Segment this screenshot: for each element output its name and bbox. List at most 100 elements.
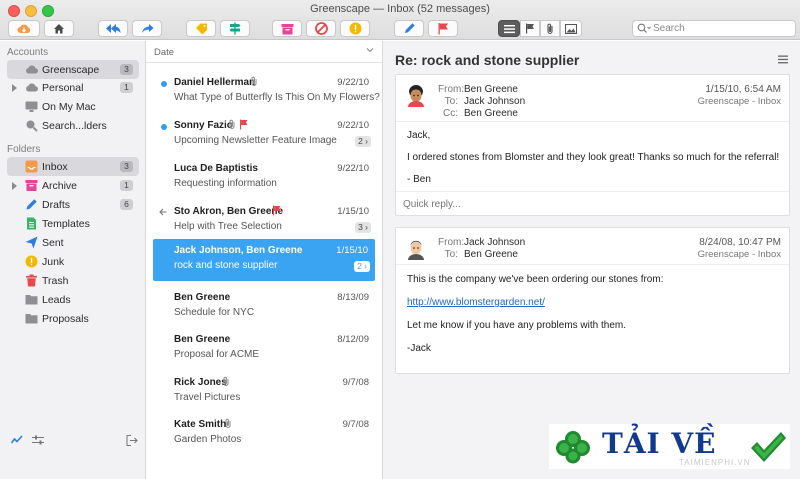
message-body-line: This is the company we've been ordering …: [407, 274, 664, 285]
paperclip-icon: [223, 376, 229, 386]
folder-label: Junk: [42, 256, 65, 268]
to-value[interactable]: Ben Greene: [464, 249, 518, 260]
search-icon: [637, 23, 651, 33]
message-row[interactable]: Daniel Hellerman 9/22/10 What Type of Bu…: [146, 71, 382, 113]
to-value[interactable]: Jack Johnson: [464, 96, 525, 107]
list-filter-button[interactable]: [498, 20, 520, 37]
message-subject: Upcoming Newsletter Feature Image: [174, 135, 337, 146]
message-row[interactable]: Ben Greene 8/12/09 Proposal for ACME: [146, 328, 382, 370]
quick-reply-input[interactable]: [403, 199, 773, 210]
account-search-folders[interactable]: Search...lders: [7, 116, 139, 135]
message-row[interactable]: Kate Smith 9/7/08 Garden Photos: [146, 413, 382, 455]
account-greenscape[interactable]: Greenscape 3: [7, 60, 139, 79]
block-icon: [314, 22, 328, 35]
folder-proposals[interactable]: Proposals: [7, 309, 139, 328]
folders-section-title: Folders: [7, 144, 41, 155]
attachment-filter-button[interactable]: [540, 20, 560, 37]
account-label: Greenscape: [42, 64, 100, 76]
sliders-icon[interactable]: [32, 435, 44, 445]
message-row[interactable]: Rick Jones 9/7/08 Travel Pictures: [146, 371, 382, 413]
thread-count-badge[interactable]: 2 ›: [355, 136, 371, 147]
unread-dot: [161, 124, 167, 130]
folder-sent[interactable]: Sent: [7, 233, 139, 252]
disclosure-arrow-icon[interactable]: [12, 182, 17, 190]
folder-drafts[interactable]: Drafts 6: [7, 195, 139, 214]
quick-reply-divider: [396, 191, 789, 192]
message-subject: Help with Tree Selection: [174, 221, 282, 232]
flag-button[interactable]: [428, 20, 458, 37]
sign-out-icon[interactable]: [126, 435, 138, 446]
from-value[interactable]: Ben Greene: [464, 84, 518, 95]
avatar[interactable]: [404, 236, 428, 260]
move-button[interactable]: [220, 20, 250, 37]
folder-leads[interactable]: Leads: [7, 290, 139, 309]
message-link[interactable]: http://www.blomstergarden.net/: [407, 297, 545, 308]
search-input[interactable]: [653, 22, 793, 35]
from-label: From:: [438, 84, 465, 95]
disclosure-arrow-icon[interactable]: [12, 84, 17, 92]
message-row[interactable]: Ben Greene 8/13/09 Schedule for NYC: [146, 286, 382, 328]
image-icon: [565, 23, 577, 34]
message-row[interactable]: Luca De Baptistis 9/22/10 Requesting inf…: [146, 157, 382, 199]
message-row-selected[interactable]: Jack Johnson, Ben Greene 1/15/10 rock an…: [153, 239, 375, 281]
folder-junk[interactable]: Junk: [7, 252, 139, 271]
hamburger-menu-icon[interactable]: [778, 55, 788, 64]
cloud-icon: [26, 83, 38, 92]
folder-label: Trash: [42, 275, 69, 287]
flag-filter-button[interactable]: [520, 20, 540, 37]
chevron-down-icon[interactable]: [366, 47, 374, 53]
thread-count-badge[interactable]: 2 ›: [354, 261, 370, 272]
account-personal[interactable]: Personal 1: [7, 78, 139, 97]
warning-icon: [25, 255, 38, 268]
image-filter-button[interactable]: [560, 20, 582, 37]
account-label: Search...lders: [42, 120, 107, 132]
message-row[interactable]: Sonny Fazio 9/22/10 Upcoming Newsletter …: [146, 114, 382, 156]
tag-button[interactable]: [186, 20, 216, 37]
get-mail-button[interactable]: [8, 20, 40, 37]
account-on-my-mac[interactable]: On My Mac: [7, 97, 139, 116]
message-sender: Sto Akron, Ben Greene: [174, 206, 284, 217]
unread-count-badge: 1: [120, 180, 133, 191]
search-field[interactable]: [632, 20, 796, 37]
folder-label: Sent: [42, 237, 64, 249]
message-date: 8/24/08, 10:47 PM: [699, 237, 781, 248]
checkmark-icon: [751, 432, 786, 462]
message-body-line: - Ben: [407, 174, 431, 185]
folder-templates[interactable]: Templates: [7, 214, 139, 233]
folder-label: Inbox: [42, 161, 68, 173]
folder-archive[interactable]: Archive 1: [7, 176, 139, 195]
activity-icon[interactable]: [11, 435, 23, 445]
message-sender: Jack Johnson, Ben Greene: [174, 245, 303, 256]
warning-icon: [349, 22, 361, 35]
signpost-icon: [229, 22, 241, 35]
to-label: To:: [444, 249, 458, 260]
reply-all-button[interactable]: [98, 20, 128, 37]
paper-plane-icon: [25, 236, 38, 249]
warning-button[interactable]: [340, 20, 370, 37]
junk-button[interactable]: [306, 20, 336, 37]
flag-icon: [438, 23, 448, 35]
window-title: Greenscape — Inbox (52 messages): [310, 3, 490, 15]
cc-value[interactable]: Ben Greene: [464, 108, 518, 119]
home-button[interactable]: [44, 20, 74, 37]
avatar[interactable]: [404, 83, 428, 107]
thread-count-badge[interactable]: 3 ›: [355, 222, 371, 233]
unread-dot: [161, 81, 167, 87]
message-subject: Garden Photos: [174, 434, 242, 445]
compose-button[interactable]: [394, 20, 424, 37]
message-row[interactable]: Sto Akron, Ben Greene 1/15/10 Help with …: [146, 200, 382, 242]
folder-trash[interactable]: Trash: [7, 271, 139, 290]
forward-button[interactable]: [132, 20, 162, 37]
message-date: 1/15/10: [336, 245, 368, 256]
archive-button[interactable]: [272, 20, 302, 37]
folder-inbox[interactable]: Inbox 3: [7, 157, 139, 176]
from-value[interactable]: Jack Johnson: [464, 237, 525, 248]
message-date: 8/12/09: [337, 334, 369, 345]
clover-logo-icon: [556, 431, 590, 464]
message-list: Date Daniel Hellerman 9/22/10 What Type …: [146, 41, 383, 479]
pencil-icon: [26, 199, 37, 210]
folder-label: Archive: [42, 180, 78, 192]
sort-bar[interactable]: Date: [146, 41, 382, 63]
magnifier-icon: [26, 120, 38, 132]
message-date: 1/15/10, 6:54 AM: [705, 84, 781, 95]
